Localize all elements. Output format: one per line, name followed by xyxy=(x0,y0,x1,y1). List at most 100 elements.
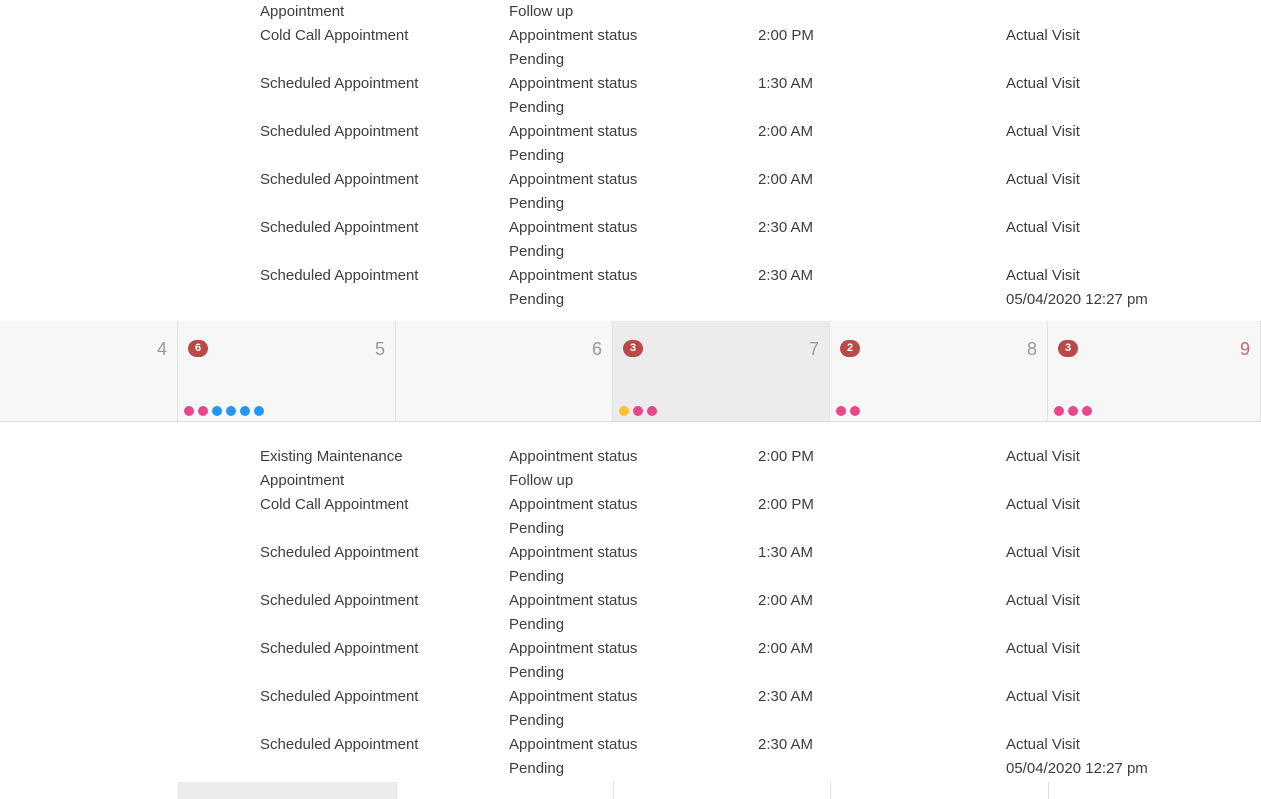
calendar-day-cell[interactable]: 4 xyxy=(0,321,178,421)
event-visit-label: Actual Visit xyxy=(1006,688,1080,705)
event-status-label: Appointment status xyxy=(509,544,638,561)
event-list-bottom: Existing Maintenance Appointment Appointme… xyxy=(0,445,1261,781)
event-time: 2:00 PM xyxy=(758,448,814,465)
event-type: Scheduled Appointment xyxy=(260,216,490,240)
event-time: 2:00 AM xyxy=(758,171,814,188)
event-status-value: Pending xyxy=(509,568,565,585)
day-number: 5 xyxy=(374,339,385,359)
event-row[interactable]: Existing MaintenanceAppointmentAppointme… xyxy=(0,0,1261,24)
calendar-day-cell[interactable] xyxy=(613,782,831,799)
event-dot-icon xyxy=(1082,406,1092,416)
event-dots xyxy=(1054,406,1092,416)
event-status-value: Pending xyxy=(509,664,565,681)
event-dot-icon xyxy=(1068,406,1078,416)
event-dots xyxy=(184,406,264,416)
event-status-label: Appointment status xyxy=(509,448,638,465)
event-row[interactable]: Existing MaintenanceAppointmentAppointme… xyxy=(0,445,1261,493)
event-time: 2:00 AM xyxy=(758,592,814,609)
calendar-day-cell[interactable] xyxy=(1048,782,1261,799)
calendar-day-cell[interactable]: 56 xyxy=(178,321,396,421)
event-visit-time: 05/04/2020 12:27 pm xyxy=(1006,291,1148,308)
event-row[interactable]: Scheduled Appointment Appointment status P… xyxy=(0,589,1261,637)
event-time: 2:30 AM xyxy=(758,736,814,753)
event-status-value: Pending xyxy=(509,520,565,537)
event-status-value: Pending xyxy=(509,243,565,260)
event-type: Scheduled Appointment xyxy=(260,120,490,144)
event-row[interactable]: Cold Call Appointment Appointment status P… xyxy=(0,493,1261,541)
event-type-line: Scheduled Appointment xyxy=(260,640,419,657)
event-row[interactable]: Scheduled Appointment Appointment status P… xyxy=(0,733,1261,781)
event-status-value: Pending xyxy=(509,195,565,212)
event-visit: Actual Visit xyxy=(1006,541,1080,565)
event-visit: Actual Visit xyxy=(1006,216,1080,240)
day-number: 9 xyxy=(1239,339,1250,359)
event-row[interactable]: Scheduled Appointment Appointment status P… xyxy=(0,120,1261,168)
calendar-day-cell[interactable]: 82 xyxy=(830,321,1048,421)
event-row[interactable]: Scheduled Appointment Appointment status P… xyxy=(0,216,1261,264)
event-visit: Actual Visit xyxy=(1006,637,1080,661)
event-row[interactable]: Scheduled Appointment Appointment status P… xyxy=(0,685,1261,733)
event-type: Scheduled Appointment xyxy=(260,685,490,709)
calendar-day-cell[interactable] xyxy=(396,782,614,799)
event-row[interactable]: Scheduled Appointment Appointment status P… xyxy=(0,541,1261,589)
event-dot-icon xyxy=(836,406,846,416)
event-type: Scheduled Appointment xyxy=(260,589,490,613)
event-type: Scheduled Appointment xyxy=(260,637,490,661)
event-status: Appointment status Pending xyxy=(509,493,637,541)
event-status-label: Appointment status xyxy=(509,592,638,609)
event-status-value: Follow up xyxy=(509,472,574,489)
event-visit: Actual Visit xyxy=(1006,589,1080,613)
event-time: 2:30 AM xyxy=(758,219,814,236)
event-count-badge: 3 xyxy=(623,340,643,357)
calendar-day-cell[interactable]: 93 xyxy=(1048,321,1261,421)
event-count-badge: 2 xyxy=(840,340,860,357)
calendar-day-cell[interactable] xyxy=(178,782,396,799)
event-dot-icon xyxy=(850,406,860,416)
event-dot-icon xyxy=(212,406,222,416)
event-dots xyxy=(836,406,860,416)
event-time: 2:00 AM xyxy=(758,640,814,657)
event-visit-label: Actual Visit xyxy=(1006,592,1080,609)
event-status-label: Appointment status xyxy=(509,496,638,513)
event-visit: Actual Visit xyxy=(1006,72,1080,96)
calendar-day-cell[interactable]: 73 xyxy=(613,321,830,421)
calendar-day-cell[interactable] xyxy=(830,782,1049,799)
event-row[interactable]: Scheduled Appointment Appointment status P… xyxy=(0,637,1261,685)
event-dot-icon xyxy=(633,406,643,416)
event-dots xyxy=(619,406,657,416)
event-time: 2:00 AM xyxy=(758,123,814,140)
event-visit-label: Actual Visit xyxy=(1006,123,1080,140)
event-type-line: Scheduled Appointment xyxy=(260,123,419,140)
event-status-label: Appointment status xyxy=(509,171,638,188)
calendar-day-cell[interactable]: 6 xyxy=(396,321,613,421)
event-time: 1:30 AM xyxy=(758,75,814,92)
event-visit-label: Actual Visit xyxy=(1006,219,1080,236)
event-status-value: Pending xyxy=(509,147,565,164)
event-row[interactable]: Scheduled Appointment Appointment status P… xyxy=(0,72,1261,120)
event-visit: Actual Visit 05/04/2020 12:27 pm xyxy=(1006,264,1148,312)
event-type-line: Appointment xyxy=(260,3,345,20)
event-row[interactable]: Scheduled Appointment Appointment status P… xyxy=(0,264,1261,312)
event-dot-icon xyxy=(240,406,250,416)
calendar-week-row: 4566738293 xyxy=(0,321,1261,422)
event-type-line: Cold Call Appointment xyxy=(260,496,409,513)
day-number: 7 xyxy=(808,339,819,359)
event-type-line: Scheduled Appointment xyxy=(260,171,419,188)
event-count-badge: 6 xyxy=(188,340,208,357)
event-status: Appointment status Pending xyxy=(509,637,637,685)
event-status: Appointment status Pending xyxy=(509,541,637,589)
event-row[interactable]: Cold Call Appointment Appointment status P… xyxy=(0,24,1261,72)
event-visit: Actual Visit xyxy=(1006,168,1080,192)
event-status: Appointment status Pending xyxy=(509,72,637,120)
event-time: 2:30 AM xyxy=(758,267,814,284)
event-visit: Actual Visit 05/04/2020 12:27 pm xyxy=(1006,733,1148,781)
event-status: Appointment status Pending xyxy=(509,24,637,72)
day-number: 6 xyxy=(591,339,602,359)
event-type: Scheduled Appointment xyxy=(260,541,490,565)
event-status-label: Appointment status xyxy=(509,267,638,284)
event-row[interactable]: Scheduled Appointment Appointment status P… xyxy=(0,168,1261,216)
event-dot-icon xyxy=(254,406,264,416)
day-number: 4 xyxy=(156,339,167,359)
event-time: 2:00 PM xyxy=(758,496,814,513)
event-visit-label: Actual Visit xyxy=(1006,267,1080,284)
